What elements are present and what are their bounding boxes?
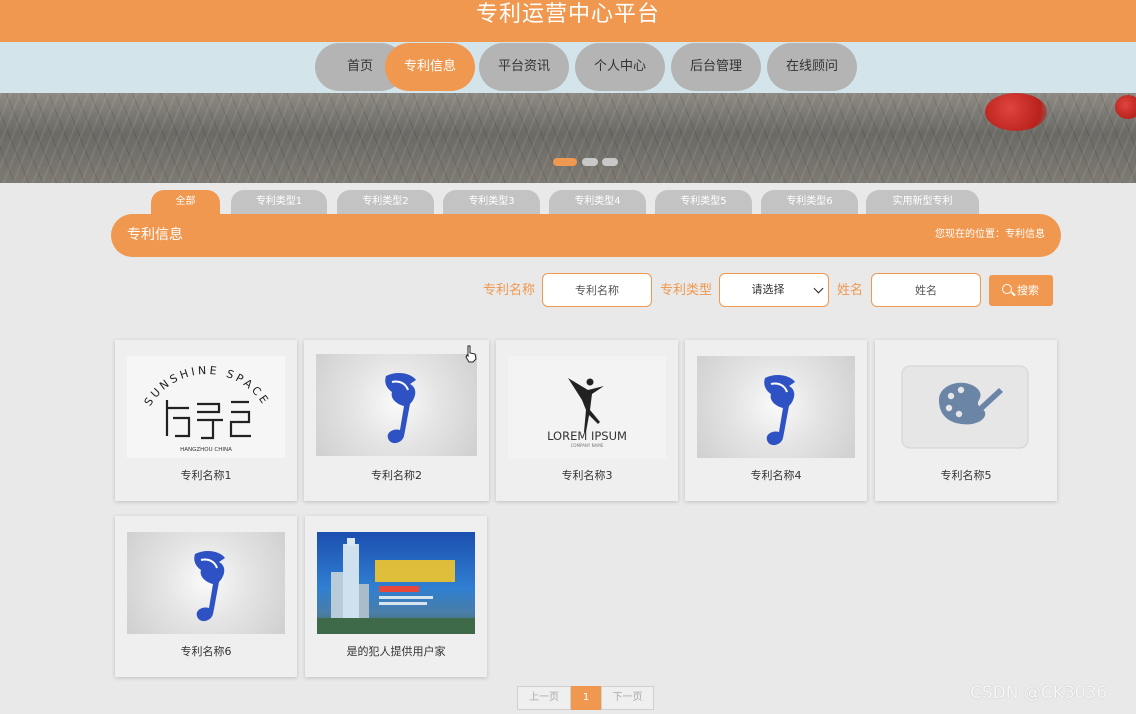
category-tab-type1[interactable]: 专利类型1 bbox=[231, 190, 327, 216]
logo-text: SUNSHINE SPACE bbox=[142, 364, 270, 409]
patent-type-select[interactable]: 请选择 bbox=[719, 273, 829, 307]
hand-cursor-icon bbox=[465, 345, 477, 363]
patent-card[interactable]: 专利名称2 bbox=[304, 340, 489, 501]
search-button[interactable]: 搜索 bbox=[989, 275, 1053, 306]
breadcrumb: 您现在的位置：专利信息 bbox=[935, 229, 1045, 240]
category-tab-all[interactable]: 全部 bbox=[151, 190, 220, 216]
site-title: 专利运营中心平台 bbox=[475, 2, 660, 27]
carousel-dot[interactable] bbox=[602, 158, 618, 166]
nav-admin[interactable]: 后台管理 bbox=[671, 43, 761, 91]
patent-card-name: 是的犯人提供用户家 bbox=[346, 645, 446, 658]
patent-card-name: 专利名称4 bbox=[750, 469, 802, 482]
category-tab-type2[interactable]: 专利类型2 bbox=[337, 190, 434, 216]
logo-text: LOREM IPSUM bbox=[547, 429, 627, 443]
pagination-prev-button[interactable]: 上一页 bbox=[517, 686, 571, 710]
category-tab-type4[interactable]: 专利类型4 bbox=[549, 190, 646, 216]
patent-card-name: 专利名称2 bbox=[371, 469, 422, 482]
music-note-logo bbox=[697, 356, 855, 458]
nav-platform-news[interactable]: 平台资讯 bbox=[479, 43, 569, 91]
patent-name-label: 专利名称 bbox=[483, 283, 536, 298]
category-tab-type5[interactable]: 专利类型5 bbox=[655, 190, 752, 216]
category-tab-utility-model[interactable]: 实用新型专利 bbox=[866, 190, 979, 216]
poppy-flower bbox=[985, 93, 1047, 131]
patent-type-selected: 请选择 bbox=[751, 283, 785, 296]
pagination-page-1[interactable]: 1 bbox=[571, 686, 601, 710]
category-tab-type6[interactable]: 专利类型6 bbox=[761, 190, 858, 216]
section-header: 专利信息 您现在的位置：专利信息 bbox=[111, 214, 1061, 257]
patent-card[interactable]: 专利名称5 bbox=[875, 340, 1057, 501]
section-title: 专利信息 bbox=[127, 227, 183, 243]
carousel-dot-active[interactable] bbox=[553, 158, 577, 166]
patent-card[interactable]: 专利名称4 bbox=[685, 340, 867, 501]
pagination-next-button[interactable]: 下一页 bbox=[601, 686, 654, 710]
nav-patent-info[interactable]: 专利信息 bbox=[385, 43, 475, 91]
nav-online-advisor[interactable]: 在线顾问 bbox=[767, 43, 857, 91]
dancer-logo: LOREM IPSUM COMPANY NAME bbox=[508, 356, 666, 458]
palette-icon bbox=[887, 356, 1045, 458]
city-poster bbox=[317, 532, 475, 634]
patent-type-label: 专利类型 bbox=[660, 283, 713, 298]
patent-card[interactable]: 专利名称6 bbox=[115, 516, 297, 677]
main-nav: 首页 专利信息 平台资讯 个人中心 后台管理 在线顾问 bbox=[0, 42, 1136, 93]
logo-subtext: HANGZHOU CHINA bbox=[180, 447, 232, 453]
search-icon bbox=[1002, 284, 1012, 294]
music-note-logo bbox=[316, 354, 477, 456]
svg-text:SUNSHINE SPACE: SUNSHINE SPACE bbox=[142, 364, 273, 409]
poppy-flower bbox=[1115, 95, 1136, 119]
music-note-logo bbox=[127, 532, 285, 634]
banner-carousel[interactable] bbox=[0, 93, 1136, 183]
person-name-label: 姓名 bbox=[837, 283, 864, 298]
patent-card-name: 专利名称5 bbox=[940, 469, 992, 482]
person-name-input[interactable] bbox=[871, 273, 981, 307]
watermark: CSDN @CK3036 bbox=[970, 683, 1108, 703]
search-button-label: 搜索 bbox=[1017, 284, 1039, 297]
patent-card-name: 专利名称1 bbox=[180, 469, 232, 482]
patent-card-name: 专利名称3 bbox=[561, 469, 613, 482]
nav-personal-center[interactable]: 个人中心 bbox=[575, 43, 665, 91]
sunshine-space-logo: SUNSHINE SPACE HANGZHOU CHINA bbox=[127, 356, 285, 458]
logo-subtext: COMPANY NAME bbox=[571, 443, 604, 448]
patent-card[interactable]: SUNSHINE SPACE HANGZHOU CHINA 专利名称1 bbox=[115, 340, 297, 501]
patent-card[interactable]: LOREM IPSUM COMPANY NAME 专利名称3 bbox=[496, 340, 678, 501]
patent-card-name: 专利名称6 bbox=[180, 645, 232, 658]
category-tab-type3[interactable]: 专利类型3 bbox=[443, 190, 540, 216]
title-bar: 专利运营中心平台 bbox=[0, 0, 1136, 42]
patent-name-input[interactable] bbox=[542, 273, 652, 307]
carousel-dot[interactable] bbox=[582, 158, 598, 166]
patent-card[interactable]: 是的犯人提供用户家 bbox=[305, 516, 487, 677]
